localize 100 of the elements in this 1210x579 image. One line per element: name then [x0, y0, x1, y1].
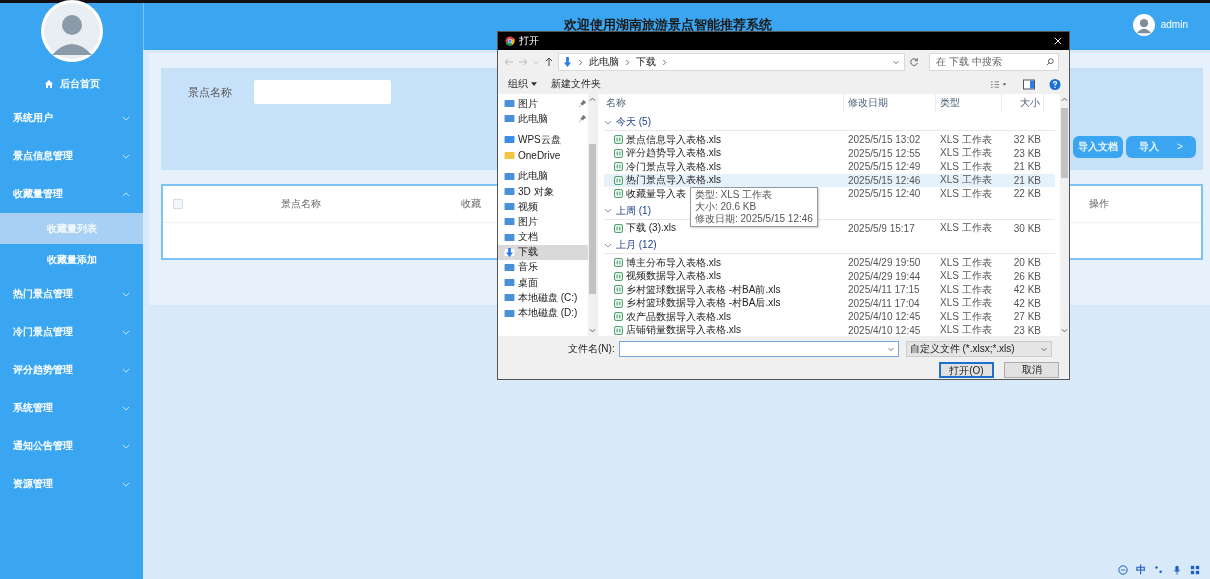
spreadsheet-icon — [614, 258, 623, 268]
open-button[interactable]: 打开(O) — [939, 362, 994, 378]
file-type: XLS 工作表 — [939, 132, 993, 147]
chevron-down-icon — [122, 481, 130, 487]
filename-field[interactable] — [618, 341, 899, 357]
file-name[interactable]: 博主分布导入表格.xls — [626, 255, 721, 270]
search-field[interactable]: 在 下载 中搜索 — [929, 53, 1059, 71]
download-icon — [504, 247, 515, 257]
scroll-thumb[interactable] — [589, 144, 596, 294]
address-bar[interactable]: 此电脑 下载 — [558, 53, 905, 71]
preview-pane-icon[interactable] — [1023, 78, 1035, 90]
new-folder-button[interactable]: 新建文件夹 — [551, 77, 601, 91]
file-name[interactable]: 乡村篮球数据导入表格 -村BA前.xls — [626, 282, 781, 297]
nav-item[interactable]: 此电脑 — [498, 168, 588, 184]
nav-item[interactable]: 下载 — [498, 244, 588, 260]
file-type: XLS 工作表 — [939, 146, 993, 161]
download-icon — [563, 56, 572, 68]
nav-item[interactable]: 视频 — [498, 199, 588, 215]
spreadsheet-icon — [614, 223, 623, 233]
keyboard-icon[interactable] — [1118, 565, 1128, 575]
folder-icon — [504, 150, 515, 160]
close-icon[interactable] — [1054, 37, 1062, 45]
scroll-up-icon[interactable] — [589, 96, 596, 102]
file-type-dropdown[interactable]: 自定义文件 (*.xlsx;*.xls) — [905, 341, 1052, 357]
chevron-right-icon[interactable] — [578, 58, 583, 66]
group-header[interactable]: 上月 (12) — [604, 237, 1055, 254]
folder-icon — [504, 114, 515, 124]
input-method-indicator[interactable]: 中 — [1136, 563, 1146, 577]
nav-item[interactable]: 此电脑 — [498, 111, 588, 127]
modified-date: 2025/5/15 12:40 — [847, 188, 922, 200]
file-type: XLS 工作表 — [939, 282, 993, 297]
microphone-icon[interactable] — [1172, 565, 1182, 575]
modified-date: 2025/4/10 12:45 — [847, 324, 922, 336]
nav-item[interactable]: 文档 — [498, 229, 588, 245]
nav-item[interactable]: 3D 对象 — [498, 183, 588, 200]
breadcrumb[interactable]: 下载 — [636, 55, 656, 69]
help-icon[interactable] — [1049, 78, 1061, 90]
file-name[interactable]: 热门景点导入表格.xls — [626, 173, 721, 188]
scroll-down-icon[interactable] — [589, 328, 596, 334]
avatar — [39, 0, 104, 63]
scroll-up-icon[interactable] — [1061, 96, 1068, 102]
file-name[interactable]: 景点信息导入表格.xls — [626, 132, 721, 147]
row-highlight[interactable]: 热门景点导入表格.xls 2025/5/15 12:46 XLS 工作表 21 KB — [604, 173, 1055, 187]
chevron-down-icon[interactable] — [604, 208, 612, 213]
spreadsheet-icon — [614, 175, 623, 185]
tooltip: 类型: XLS 工作表 大小: 20.6 KB 修改日期: 2025/5/15 12:46 — [690, 187, 818, 227]
nav-item[interactable]: 音乐 — [498, 259, 588, 276]
back-icon[interactable] — [504, 57, 514, 67]
file-name[interactable]: 农产品数据导入表格.xls — [626, 309, 731, 324]
search-icon[interactable] — [1046, 58, 1054, 66]
file-name[interactable]: 下载 (3).xls — [626, 221, 676, 236]
group-header[interactable]: 今天 (5) — [604, 114, 1055, 131]
modified-date: 2025/5/15 12:46 — [847, 174, 922, 186]
nav-item[interactable]: OneDrive — [498, 147, 588, 163]
chevron-right-icon[interactable] — [625, 58, 630, 66]
scroll-thumb[interactable] — [1061, 108, 1068, 178]
file-type: XLS 工作表 — [939, 255, 993, 270]
up-icon[interactable] — [544, 57, 554, 67]
modified-date: 2025/4/11 17:15 — [847, 284, 921, 296]
modified-date: 2025/5/15 12:55 — [847, 147, 922, 159]
grid-icon[interactable] — [1190, 565, 1200, 575]
modified-date: 2025/5/15 12:49 — [847, 161, 922, 173]
chevron-down-icon[interactable] — [892, 58, 900, 66]
scroll-down-icon[interactable] — [1061, 328, 1068, 334]
forward-icon[interactable] — [518, 57, 528, 67]
cancel-button[interactable]: 取消 — [1004, 362, 1059, 378]
column-header[interactable]: 修改日期 — [844, 94, 936, 112]
refresh-icon[interactable] — [909, 57, 919, 67]
chevron-down-icon[interactable] — [1039, 345, 1048, 353]
chevron-down-icon[interactable] — [604, 119, 612, 125]
file-name[interactable]: 冷门景点导入表格.xls — [626, 159, 721, 174]
nav-item[interactable]: 图片 — [498, 214, 588, 230]
chevron-down-icon[interactable] — [886, 345, 895, 353]
nav-item[interactable]: 本地磁盘 (C:) — [498, 290, 588, 306]
chevron-down-icon — [122, 367, 130, 373]
column-header[interactable]: 名称 — [604, 94, 844, 112]
file-name[interactable]: 收藏量导入表 — [626, 186, 686, 201]
file-name[interactable]: 乡村篮球数据导入表格 -村BA后.xls — [626, 296, 781, 311]
chevron-right-icon[interactable] — [662, 58, 667, 66]
punctuation-icon[interactable] — [1154, 565, 1164, 575]
file-name[interactable]: 店铺销量数据导入表格.xls — [626, 323, 741, 338]
nav-item[interactable]: WPS云盘 — [498, 132, 588, 148]
organize-menu[interactable]: 组织 — [508, 77, 537, 91]
nav-item[interactable]: 桌面 — [498, 275, 588, 291]
file-name[interactable]: 视频数据导入表格.xls — [626, 269, 721, 284]
chevron-down-icon[interactable] — [604, 242, 612, 248]
avatar[interactable] — [1132, 13, 1155, 36]
search-field[interactable] — [254, 80, 391, 104]
nav-item[interactable]: 本地磁盘 (D:) — [498, 305, 588, 321]
file-size: 23 KB — [1012, 147, 1042, 159]
spreadsheet-icon — [614, 271, 623, 281]
nav-item[interactable]: 图片 — [498, 96, 588, 112]
file-name[interactable]: 评分趋势导入表格.xls — [626, 146, 721, 161]
folder-icon — [504, 99, 515, 109]
breadcrumb[interactable]: 此电脑 — [589, 55, 619, 69]
column-header: 收藏 — [461, 197, 481, 211]
column-header[interactable]: 类型 — [936, 94, 1002, 112]
folder-icon — [504, 293, 515, 303]
column-header[interactable]: 大小 — [1002, 94, 1044, 112]
select-all-checkbox[interactable] — [173, 199, 183, 209]
